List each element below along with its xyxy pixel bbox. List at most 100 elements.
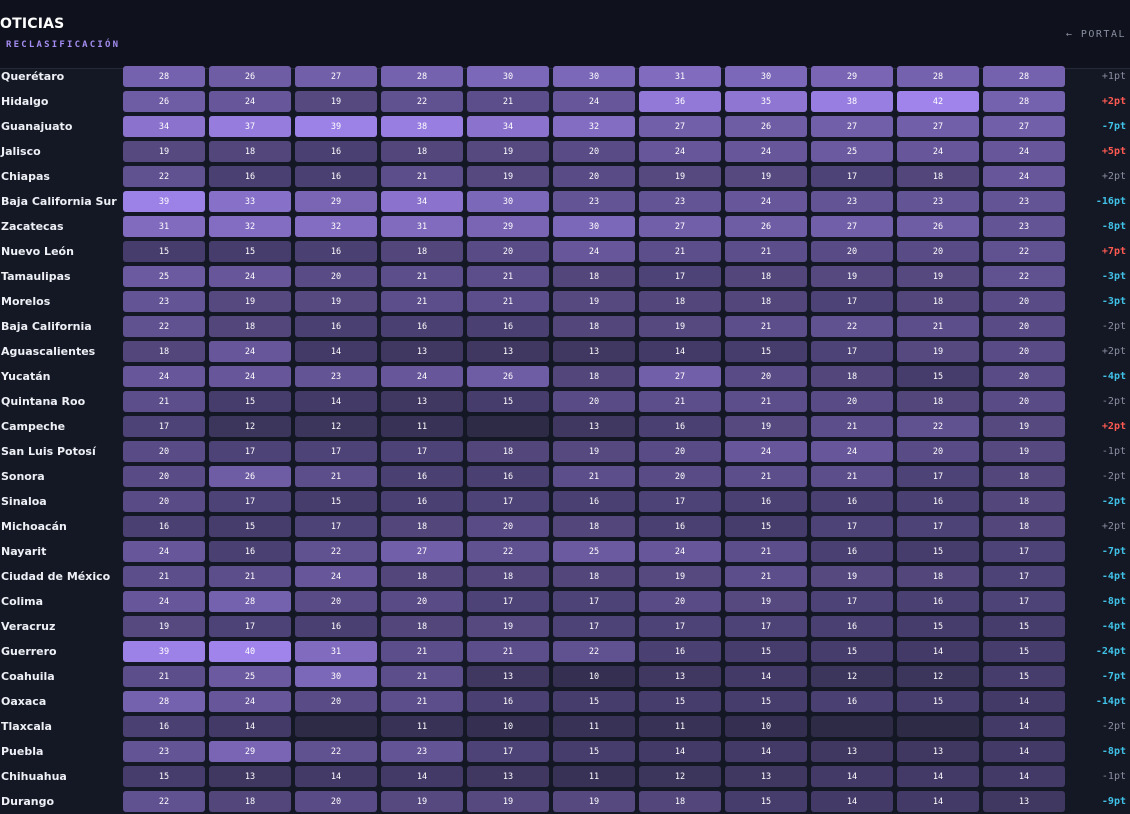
heatmap-cell: 18: [467, 441, 549, 462]
heatmap-cell: 17: [811, 291, 893, 312]
page-title: OTICIAS: [0, 16, 65, 32]
delta-value: -2pt: [1101, 496, 1126, 507]
state-label: Zacatecas: [1, 220, 64, 233]
heatmap-cell: 15: [123, 766, 205, 787]
heatmap-cell: 21: [381, 166, 463, 187]
heatmap-cell: 15: [553, 691, 635, 712]
delta-value: -7pt: [1101, 671, 1126, 682]
heatmap-cell: 39: [295, 116, 377, 137]
heatmap-cell: 14: [897, 791, 979, 812]
state-label: Tlaxcala: [1, 720, 52, 733]
heatmap-cell: 30: [467, 191, 549, 212]
table-row: Nuevo León 15 15 16 18 20 24 21 21 20 20 22 +7pt: [0, 239, 1130, 264]
heatmap-cell: 14: [897, 641, 979, 662]
heatmap-cell: 19: [553, 791, 635, 812]
heatmap-cell: 17: [381, 441, 463, 462]
heatmap-cell: 19: [639, 316, 721, 337]
heatmap-cell: 19: [811, 566, 893, 587]
heatmap-cell: 13: [897, 741, 979, 762]
heatmap-cell: 19: [467, 616, 549, 637]
heatmap-cell: 32: [553, 116, 635, 137]
heatmap-cell: 20: [639, 466, 721, 487]
heatmap-cell: 12: [209, 416, 291, 437]
heatmap-cell: 20: [123, 466, 205, 487]
heatmap-cell: 21: [725, 566, 807, 587]
heatmap-cell: 16: [467, 316, 549, 337]
heatmap-cell: 35: [725, 91, 807, 112]
heatmap-cell: 18: [897, 391, 979, 412]
heatmap-cell: 30: [553, 216, 635, 237]
delta-value: -1pt: [1101, 446, 1126, 457]
state-label: Baja California: [1, 320, 92, 333]
heatmap-cell: 31: [381, 216, 463, 237]
delta-value: +2pt: [1101, 346, 1126, 357]
state-label: Oaxaca: [1, 695, 47, 708]
table-row: Sonora 20 26 21 16 16 21 20 21 21 17 18 -2pt: [0, 464, 1130, 489]
table-row: San Luis Potosí 20 17 17 17 18 19 20 24 24 20 19 -1p…: [0, 439, 1130, 464]
heatmap-cell: 30: [295, 666, 377, 687]
delta-value: -2pt: [1101, 396, 1126, 407]
state-label: Colima: [1, 595, 44, 608]
heatmap-cell: 28: [123, 66, 205, 87]
heatmap-cell: 38: [811, 91, 893, 112]
heatmap-cell: 19: [209, 291, 291, 312]
heatmap-cell: 28: [381, 66, 463, 87]
heatmap-cell: 16: [295, 166, 377, 187]
table-row: Sinaloa 20 17 15 16 17 16 17 16 16 16 18 -2pt: [0, 489, 1130, 514]
heatmap-cell: 19: [897, 341, 979, 362]
table-row: Veracruz 19 17 16 18 19 17 17 17 16 15 15 -4pt: [0, 614, 1130, 639]
table-row: Campeche 17 12 12 11 13 16 19 21 22 19 +2pt: [0, 414, 1130, 439]
delta-value: -4pt: [1101, 621, 1126, 632]
heatmap-cell: 10: [553, 666, 635, 687]
heatmap-cell: 21: [811, 416, 893, 437]
heatmap-cell: 20: [639, 441, 721, 462]
heatmap-cell: 18: [725, 291, 807, 312]
heatmap-cell: 26: [209, 66, 291, 87]
heatmap-cell: 19: [553, 441, 635, 462]
heatmap-cell: 20: [553, 166, 635, 187]
state-label: Tamaulipas: [1, 270, 71, 283]
heatmap-cell: 31: [123, 216, 205, 237]
heatmap-cell: 19: [811, 266, 893, 287]
heatmap-cell: 28: [983, 91, 1065, 112]
heatmap-cell: 14: [725, 741, 807, 762]
heatmap-cell: 24: [725, 191, 807, 212]
heatmap-cell: 21: [467, 91, 549, 112]
portal-link[interactable]: ← PORTAL: [1066, 29, 1126, 40]
heatmap-cell: 21: [123, 666, 205, 687]
delta-value: -1pt: [1101, 771, 1126, 782]
heatmap-cell: 26: [725, 216, 807, 237]
heatmap-cell: 21: [639, 391, 721, 412]
heatmap-cell: 18: [639, 791, 721, 812]
heatmap-cell: 16: [123, 716, 205, 737]
heatmap-cell: 14: [983, 716, 1065, 737]
heatmap-cell: 20: [295, 591, 377, 612]
heatmap-cell: 21: [897, 316, 979, 337]
table-row: Tlaxcala 16 14 11 10 11 11 10 14 -2pt: [0, 714, 1130, 739]
heatmap-cell: 20: [295, 691, 377, 712]
heatmap-cell: 14: [639, 741, 721, 762]
table-row: Colima 24 28 20 20 17 17 20 19 17 16 17 -8pt: [0, 589, 1130, 614]
heatmap-cell: 14: [983, 766, 1065, 787]
state-label: Veracruz: [1, 620, 56, 633]
table-row: Durango 22 18 20 19 19 19 18 15 14 14 13 -9pt: [0, 789, 1130, 814]
heatmap-cell: 16: [381, 316, 463, 337]
heatmap-cell: 22: [123, 166, 205, 187]
table-row: Ciudad de México 21 21 24 18 18 18 19 21 19 18 17 -4…: [0, 564, 1130, 589]
heatmap-cell: 23: [295, 366, 377, 387]
heatmap-cell: 16: [381, 491, 463, 512]
heatmap-cell: 16: [811, 491, 893, 512]
heatmap-cell: 17: [639, 266, 721, 287]
heatmap-cell: 15: [295, 491, 377, 512]
heatmap-cell: 16: [467, 466, 549, 487]
heatmap-cell: 27: [639, 116, 721, 137]
heatmap-cell: 37: [209, 116, 291, 137]
heatmap-cell: 15: [725, 691, 807, 712]
heatmap-cell: 16: [897, 491, 979, 512]
heatmap-table: Querétaro 28 26 27 28 30 30 31 30 29 28 28 +1pt Hidal…: [0, 64, 1130, 814]
heatmap-cell: 17: [295, 516, 377, 537]
heatmap-cell: 14: [295, 341, 377, 362]
delta-value: -7pt: [1101, 546, 1126, 557]
state-label: Guanajuato: [1, 120, 73, 133]
heatmap-cell: 18: [553, 366, 635, 387]
